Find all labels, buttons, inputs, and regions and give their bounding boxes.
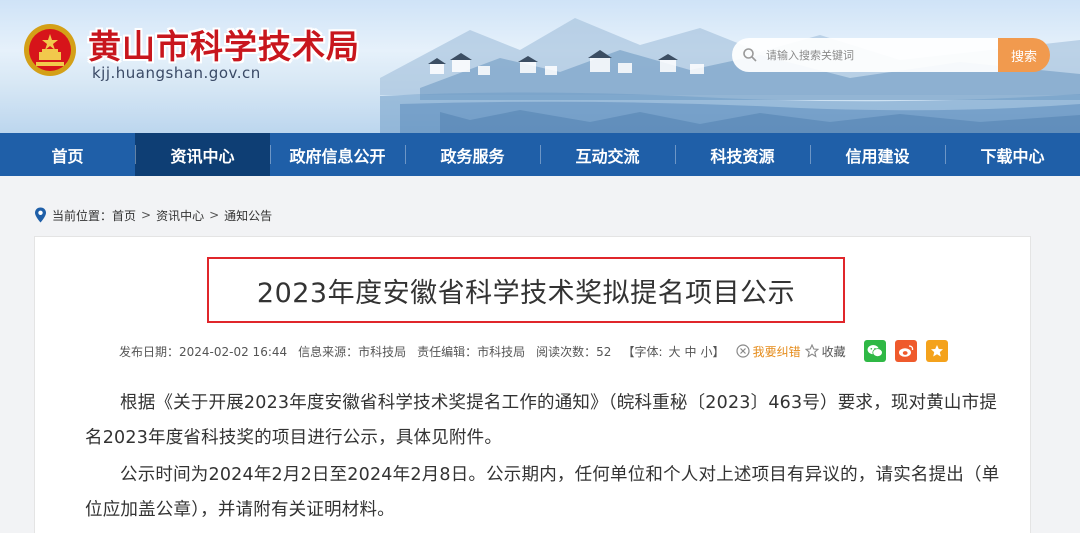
nav-item-gov-info[interactable]: 政府信息公开 [270,133,405,176]
publish-date: 发布日期：2024-02-02 16:44 [119,344,288,359]
nav-item-tech-resources[interactable]: 科技资源 [675,133,810,176]
main-nav: 首页 资讯中心 政府信息公开 政务服务 互动交流 科技资源 信用建设 下载中心 [0,133,1080,176]
favorite-link[interactable]: 收藏 [822,343,846,360]
site-title[interactable]: 黄山市科学技术局 [88,20,360,68]
breadcrumb-separator: > [209,208,220,222]
breadcrumb-prefix: 当前位置： [52,208,113,223]
search-bar: 搜索 [732,38,1050,72]
star-icon [804,344,819,358]
nav-item-interaction[interactable]: 互动交流 [540,133,675,176]
breadcrumb-item-news-center[interactable]: 资讯中心 [156,207,204,224]
view-count: 阅读次数：52 [536,344,612,359]
font-size-medium[interactable]: 中 [685,343,697,360]
wechat-share-button[interactable] [863,340,886,362]
favorite-share-button[interactable] [925,340,948,362]
font-size-suffix: 】 [712,344,725,359]
nav-item-gov-services[interactable]: 政务服务 [405,133,540,176]
breadcrumb-separator: > [141,208,152,222]
report-error-link[interactable]: 我要纠错 [753,343,801,360]
favorite-star-icon [930,345,943,357]
nav-item-credit[interactable]: 信用建设 [810,133,945,176]
font-size-small[interactable]: 小 [701,343,713,360]
nav-item-home[interactable]: 首页 [0,133,135,176]
article-title-highlight: 2023年度安徽省科学技术奖拟提名项目公示 [207,257,845,323]
site-domain: kjj.huangshan.gov.cn [92,64,261,82]
font-size-large[interactable]: 大 [669,343,681,360]
location-pin-icon [35,207,46,223]
search-input[interactable] [766,48,976,62]
article-meta: 发布日期：2024-02-02 16:44 信息来源：市科技局 责任编辑：市科技… [119,339,948,363]
nav-item-downloads[interactable]: 下载中心 [945,133,1080,176]
weibo-share-button[interactable] [894,340,917,362]
wechat-icon [867,345,883,358]
search-button[interactable]: 搜索 [998,38,1050,72]
nav-item-news-center[interactable]: 资讯中心 [135,133,270,176]
responsible-editor: 责任编辑：市科技局 [417,344,526,359]
font-size-prefix: 【字体: [622,344,663,359]
search-icon [743,48,757,62]
breadcrumb: 当前位置： 首页 > 资讯中心 > 通知公告 [34,205,272,225]
breadcrumb-item-notices[interactable]: 通知公告 [224,207,272,224]
error-report-icon [735,344,750,358]
header-banner: 黄山市科学技术局 kjj.huangshan.gov.cn 搜索 [0,0,1080,133]
weibo-icon [898,345,913,357]
article-paragraph: 根据《关于开展2023年度安徽省科学技术奖提名工作的通知》（皖科重秘〔2023〕… [85,393,998,448]
search-field-wrapper[interactable] [732,38,998,72]
article-title: 2023年度安徽省科学技术奖拟提名项目公示 [256,277,796,309]
article-paragraph: 公示时间为2024年2月2日至2024年2月8日。公示期内，任何单位和个人对上述… [85,465,1000,520]
info-source: 信息来源：市科技局 [298,344,407,359]
breadcrumb-item-home[interactable]: 首页 [112,207,136,224]
article-card: 2023年度安徽省科学技术奖拟提名项目公示 发布日期：2024-02-02 16… [34,236,1031,533]
national-emblem-icon [24,24,76,76]
